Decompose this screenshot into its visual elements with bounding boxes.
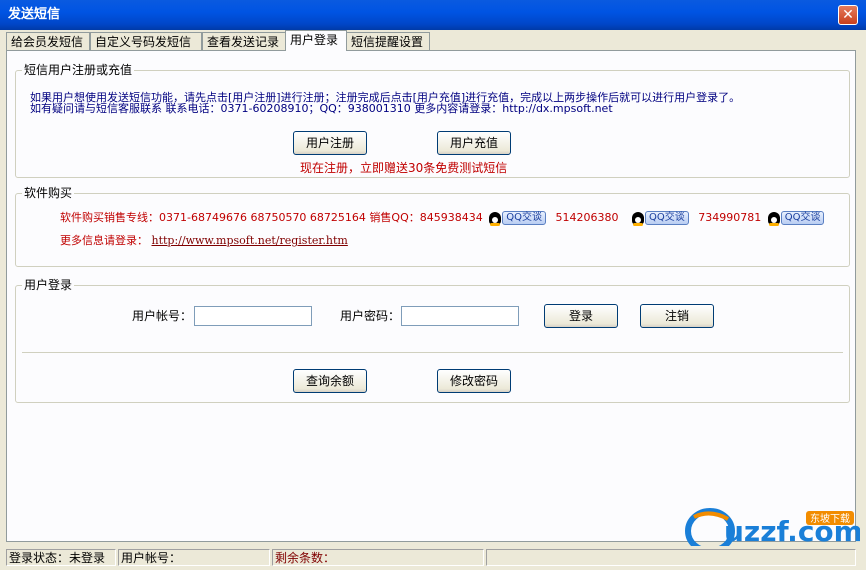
qq-penguin-icon (489, 211, 502, 226)
tab-sms-reminder-settings[interactable]: 短信提醒设置 (346, 32, 430, 50)
password-input[interactable] (401, 306, 519, 326)
tab-user-login[interactable]: 用户登录 (285, 30, 347, 51)
sales-qq-2: 514206380 (555, 211, 619, 224)
tab-custom-number-sms[interactable]: 自定义号码发短信 (90, 32, 202, 50)
status-bar: 登录状态：未登录 用户帐号： 剩余条数： (0, 546, 866, 570)
qq-chat-link-1[interactable]: QQ交谈 (489, 210, 546, 226)
sales-qq-3: 734990781 (698, 211, 762, 224)
watermark-tag: 东坡下载 (810, 512, 850, 525)
register-group: 短信用户注册或充值 如果用户想使用发送短信功能，请先点击[用户注册]进行注册；注… (15, 63, 850, 178)
status-empty-panel (486, 549, 856, 566)
status-remaining-count: 剩余条数： (272, 549, 484, 566)
login-separator (22, 352, 843, 353)
qq-chat-label: QQ交谈 (502, 211, 546, 225)
window-title: 发送短信 (8, 7, 61, 22)
tab-panel-user-login: 短信用户注册或充值 如果用户想使用发送短信功能，请先点击[用户注册]进行注册；注… (6, 50, 856, 542)
close-icon: ✕ (842, 7, 854, 23)
tab-send-records[interactable]: 查看发送记录 (202, 32, 286, 50)
login-group: 用户登录 用户帐号： 用户密码： 登录 注销 查询余额 修改密码 (15, 278, 850, 403)
sales-hotline-text: 软件购买销售专线：0371-68749676 68750570 68725164… (60, 211, 483, 224)
free-trial-promo: 现在注册，立即赠送30条免费测试短信 (300, 161, 508, 175)
account-input[interactable] (194, 306, 312, 326)
qq-chat-link-2[interactable]: QQ交谈 (631, 210, 689, 226)
send-sms-window: 发送短信 ✕ 给会员发短信 自定义号码发短信 查看发送记录 用户登录 短信提醒设… (0, 0, 866, 570)
qq-penguin-icon (631, 211, 644, 226)
password-label: 用户密码： (340, 309, 401, 323)
query-balance-button[interactable]: 查询余额 (293, 369, 367, 393)
qq-chat-link-3[interactable]: QQ交谈 (767, 210, 825, 226)
tab-member-sms[interactable]: 给会员发短信 (6, 32, 90, 50)
more-info-label: 更多信息请登录： (60, 234, 148, 247)
status-account: 用户帐号： (118, 549, 270, 566)
login-group-title: 用户登录 (22, 278, 75, 292)
qq-penguin-icon (767, 211, 780, 226)
title-bar[interactable]: 发送短信 ✕ (0, 0, 866, 30)
register-button[interactable]: 用户注册 (293, 131, 367, 155)
recharge-button[interactable]: 用户充值 (437, 131, 511, 155)
login-button[interactable]: 登录 (544, 304, 618, 328)
register-info-link[interactable]: http://www.mpsoft.net/register.htm (152, 234, 348, 247)
support-contact-info: 如有疑问请与短信客服联系 联系电话：0371-60208910；QQ：93800… (30, 102, 613, 115)
status-login-state: 登录状态：未登录 (6, 549, 116, 566)
tab-strip: 给会员发短信 自定义号码发短信 查看发送记录 用户登录 短信提醒设置 (6, 30, 856, 51)
close-button[interactable]: ✕ (838, 5, 858, 25)
more-info-row: 更多信息请登录： http://www.mpsoft.net/register.… (60, 234, 348, 248)
qq-chat-label: QQ交谈 (644, 211, 689, 225)
logout-button[interactable]: 注销 (640, 304, 714, 328)
account-label: 用户帐号： (132, 309, 193, 323)
qq-chat-label: QQ交谈 (780, 211, 825, 225)
change-password-button[interactable]: 修改密码 (437, 369, 511, 393)
register-group-title: 短信用户注册或充值 (22, 63, 135, 77)
purchase-group-title: 软件购买 (22, 186, 75, 200)
purchase-group: 软件购买 软件购买销售专线：0371-68749676 68750570 687… (15, 186, 850, 267)
sales-hotline-row: 软件购买销售专线：0371-68749676 68750570 68725164… (60, 210, 825, 226)
